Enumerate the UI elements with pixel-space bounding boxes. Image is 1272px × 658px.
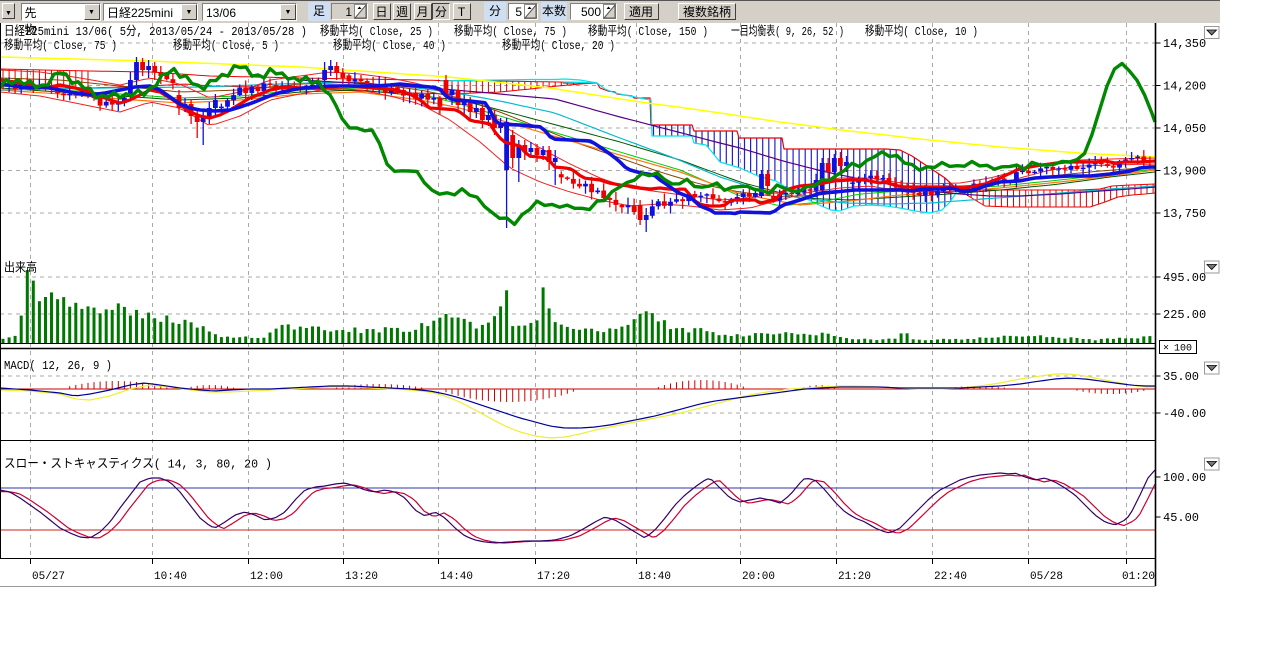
svg-text:18:40: 18:40: [638, 571, 671, 583]
svg-text:スロー・ストキャスティクス( 14, 3, 80, 20 ): スロー・ストキャスティクス( 14, 3, 80, 20 ): [4, 457, 272, 472]
svg-text:13,900: 13,900: [1163, 165, 1206, 179]
svg-text:移動平均( Close, 150 ): 移動平均( Close, 150 ): [588, 24, 708, 39]
svg-text:14,050: 14,050: [1163, 122, 1206, 136]
svg-text:13:20: 13:20: [345, 571, 378, 583]
svg-text:移動平均( Close, 75 ): 移動平均( Close, 75 ): [4, 38, 117, 53]
svg-text:225.00: 225.00: [1163, 308, 1206, 322]
svg-text:100: 100: [1174, 344, 1192, 355]
svg-text:13,750: 13,750: [1163, 207, 1206, 221]
svg-text:MACD( 12, 26, 9 ): MACD( 12, 26, 9 ): [4, 359, 112, 373]
svg-text:移動平均( Close, 40 ): 移動平均( Close, 40 ): [333, 38, 446, 53]
svg-text:14:40: 14:40: [440, 571, 473, 583]
svg-text:17:20: 17:20: [537, 571, 570, 583]
svg-text:移動平均( Close, 25 ): 移動平均( Close, 25 ): [320, 24, 433, 39]
svg-text:-40.00: -40.00: [1163, 407, 1206, 421]
svg-text:21:20: 21:20: [838, 571, 871, 583]
svg-text:一目均衡表( 9, 26, 52 ): 一目均衡表( 9, 26, 52 ): [731, 24, 844, 39]
svg-text:12:00: 12:00: [250, 571, 283, 583]
svg-text:移動平均( Close, 10 ): 移動平均( Close, 10 ): [865, 24, 978, 39]
svg-text:01:20: 01:20: [1122, 571, 1155, 583]
svg-text:22:40: 22:40: [934, 571, 967, 583]
svg-text:14,350: 14,350: [1163, 37, 1206, 51]
svg-text:移動平均( Close, 20 ): 移動平均( Close, 20 ): [502, 38, 615, 53]
svg-text:×: ×: [1163, 344, 1169, 355]
svg-text:05/28: 05/28: [1030, 571, 1063, 583]
svg-text:出来高: 出来高: [4, 260, 37, 276]
svg-text:100.00: 100.00: [1163, 471, 1206, 485]
svg-text:移動平均( Close, 5 ): 移動平均( Close, 5 ): [173, 38, 279, 53]
svg-text:10:40: 10:40: [154, 571, 187, 583]
svg-text:35.00: 35.00: [1163, 370, 1199, 384]
svg-text:14,200: 14,200: [1163, 80, 1206, 94]
svg-text:495.00: 495.00: [1163, 271, 1206, 285]
svg-text:20:00: 20:00: [742, 571, 775, 583]
svg-text:移動平均( Close, 75 ): 移動平均( Close, 75 ): [454, 24, 567, 39]
svg-text:45.00: 45.00: [1163, 511, 1199, 525]
svg-text:05/27: 05/27: [32, 571, 65, 583]
svg-text:日経225mini 13/06( 5分, 2013/05/2: 日経225mini 13/06( 5分, 2013/05/24 - 2013/0…: [4, 24, 307, 39]
